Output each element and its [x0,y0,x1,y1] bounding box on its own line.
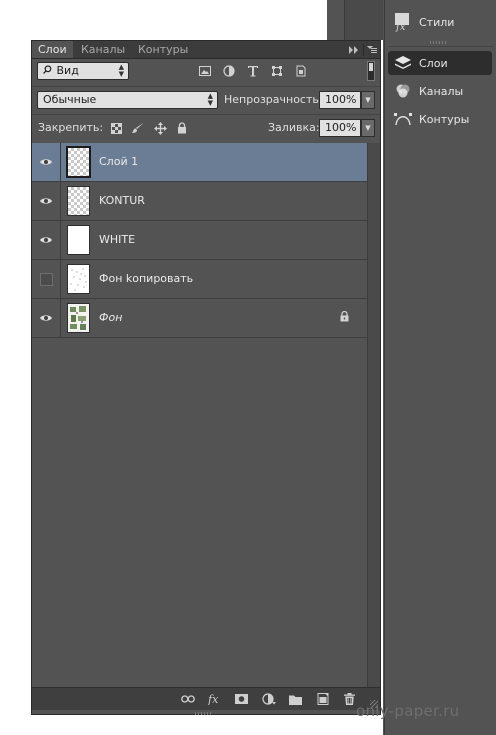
hidden-visibility-box [39,272,53,286]
dock-separator [388,46,494,47]
lock-icons [105,120,193,136]
separator [32,86,380,87]
blend-mode-value: Обычные [43,93,97,106]
dock-item-label: Контуры [419,112,470,126]
layer-thumbnail[interactable] [67,186,90,216]
dock-item-layers[interactable]: Слои [388,51,492,75]
layers-icon [392,52,414,74]
photo-thumbnail-image [70,306,86,330]
layer-name[interactable]: KONTUR [99,194,145,207]
lock-move-icon[interactable] [149,120,171,136]
shape-filter-icon[interactable] [265,63,289,79]
layer-thumbnail[interactable] [67,264,90,294]
sketch-thumbnail-image [70,268,87,291]
collapse-panel-icon[interactable] [345,45,363,54]
search-icon [43,63,53,79]
lock-all-icon[interactable] [171,120,193,136]
layer-thumbnail[interactable] [67,225,90,255]
smart-object-filter-icon[interactable] [289,63,313,79]
lock-transparent-icon[interactable] [105,120,127,136]
eye-icon [40,159,52,165]
opacity-input[interactable]: 100% [319,91,361,109]
new-adjustment-icon[interactable] [255,691,282,707]
link-layers-icon[interactable] [174,691,201,707]
dock-item-paths[interactable]: Контуры [388,107,492,131]
visibility-toggle[interactable] [32,182,61,220]
chevron-down-icon: ▼ [365,124,371,132]
layers-panel: Слои Каналы Контуры Вид ▲ ▼ Обычные ▲ ▼ … [31,40,381,715]
layer-thumbnail[interactable] [66,146,91,178]
svg-text:fx: fx [207,693,219,705]
tab-layers[interactable]: Слои [32,41,73,58]
eye-icon [40,237,52,243]
lock-label: Закрепить: [38,121,104,134]
layer-filter-select[interactable]: Вид ▲ ▼ [37,62,129,80]
filter-toggle-switch[interactable] [367,61,375,81]
dock-grip[interactable] [430,41,446,44]
layer-name[interactable]: Фон kопировать [99,272,193,285]
layer-row-white[interactable]: WHITE [32,221,367,260]
opacity-dropdown-button[interactable]: ▼ [361,91,375,109]
lock-paint-icon[interactable] [127,120,149,136]
layers-scrollbar[interactable] [367,143,380,688]
fill-input[interactable]: 100% [319,119,361,137]
tab-paths[interactable]: Контуры [132,41,194,58]
layer-name[interactable]: Фон [99,311,122,324]
layer-row-fon[interactable]: Фон [32,299,367,338]
dock-item-channels[interactable]: Каналы [388,79,492,103]
layer-row-sloi-1[interactable]: Слой 1 [32,143,367,182]
watermark-text: only-paper.ru [356,702,460,720]
layers-bottom-toolbar: fx [32,687,380,710]
bottom-icons: fx [174,691,363,707]
visibility-toggle[interactable] [32,143,61,181]
blend-mode-select[interactable]: Обычные ▲ ▼ [37,91,218,109]
panel-menu-icon[interactable] [364,45,380,54]
dock-divider [384,0,385,735]
image-filter-icon[interactable] [193,63,217,79]
dock-top-strip-inner [344,0,384,40]
add-mask-icon[interactable] [228,691,255,707]
layer-thumbnail[interactable] [67,303,90,333]
panel-bottom-grip[interactable] [195,712,213,715]
chevron-down-icon: ▼ [365,96,371,104]
svg-text:fx: fx [395,22,406,32]
chevron-updown-icon: ▲ ▼ [118,63,124,78]
visibility-toggle[interactable] [32,260,61,298]
dock-item-styles[interactable]: fx Стили [388,10,492,34]
chevron-updown-icon: ▲ ▼ [207,92,213,107]
fill-label: Заливка: [268,121,320,134]
opacity-label: Непрозрачность: [224,93,323,106]
tab-channels[interactable]: Каналы [75,41,131,58]
panel-controls [345,41,380,58]
adjustment-filter-icon[interactable] [217,63,241,79]
new-group-icon[interactable] [282,691,309,707]
paths-icon [392,108,414,130]
filter-icons [193,63,313,79]
eye-icon [40,315,52,321]
new-layer-icon[interactable] [309,691,336,707]
layer-name[interactable]: Слой 1 [99,155,138,168]
type-filter-icon[interactable] [241,63,265,79]
layer-row-fon-kopirovat[interactable]: Фон kопировать [32,260,367,299]
styles-fx-icon: fx [392,11,414,33]
layer-row-kontur[interactable]: KONTUR [32,182,367,221]
panel-tab-bar: Слои Каналы Контуры [32,41,380,59]
layer-name[interactable]: WHITE [99,233,135,246]
dock-item-label: Стили [419,15,455,29]
visibility-toggle[interactable] [32,221,61,259]
visibility-toggle[interactable] [32,299,61,337]
channels-icon [392,80,414,102]
fx-icon[interactable]: fx [201,691,228,707]
fill-dropdown-button[interactable]: ▼ [361,119,375,137]
eye-icon [40,198,52,204]
layer-lock-icon [340,310,349,325]
dock-item-label: Каналы [419,84,464,98]
separator [32,114,380,115]
layers-list: Слой 1 KONTUR WHITE Фон kопировать Фон [32,143,367,688]
layer-filter-label: Вид [56,64,79,77]
dock-item-label: Слои [419,56,448,70]
